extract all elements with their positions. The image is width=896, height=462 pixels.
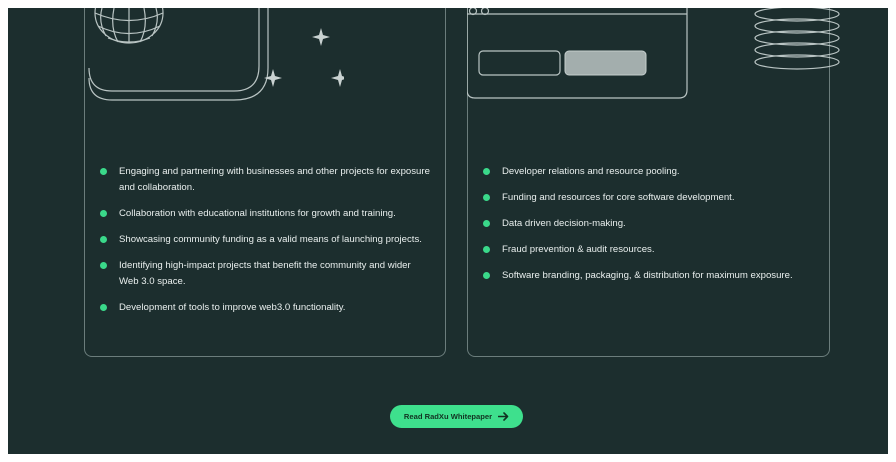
list-item: Data driven decision-making. [483, 216, 813, 232]
read-whitepaper-button[interactable]: Read RadXu Whitepaper [390, 405, 523, 428]
list-item: Development of tools to improve web3.0 f… [100, 300, 432, 316]
bullet-dot-icon [483, 220, 490, 227]
list-item: Engaging and partnering with businesses … [100, 164, 432, 196]
list-item-text: Development of tools to improve web3.0 f… [119, 302, 346, 313]
bullet-dot-icon [100, 262, 107, 269]
list-item-text: Collaboration with educational instituti… [119, 208, 396, 219]
list-item: Software branding, packaging, & distribu… [483, 268, 813, 284]
list-item-text: Data driven decision-making. [502, 218, 626, 229]
bullet-dot-icon [483, 272, 490, 279]
bullet-dot-icon [483, 168, 490, 175]
list-item: Collaboration with educational instituti… [100, 206, 432, 222]
list-item-text: Software branding, packaging, & distribu… [502, 270, 793, 281]
list-item: Identifying high-impact projects that be… [100, 258, 432, 290]
list-item: Fraud prevention & audit resources. [483, 242, 813, 258]
bullet-dot-icon [100, 210, 107, 217]
list-item-text: Fraud prevention & audit resources. [502, 244, 655, 255]
list-item: Developer relations and resource pooling… [483, 164, 813, 180]
read-whitepaper-label: Read RadXu Whitepaper [403, 412, 493, 421]
feature-list-right: Developer relations and resource pooling… [483, 164, 813, 294]
bullet-dot-icon [100, 304, 107, 311]
list-item-text: Identifying high-impact projects that be… [119, 260, 411, 287]
bullet-dot-icon [483, 194, 490, 201]
list-item-text: Engaging and partnering with businesses … [119, 166, 430, 193]
bullet-dot-icon [483, 246, 490, 253]
list-item: Funding and resources for core software … [483, 190, 813, 206]
list-item-text: Developer relations and resource pooling… [502, 166, 680, 177]
list-item-text: Funding and resources for core software … [502, 192, 735, 203]
list-item-text: Showcasing community funding as a valid … [119, 234, 422, 245]
bullet-dot-icon [100, 236, 107, 243]
arrow-right-icon [498, 412, 509, 421]
bullet-dot-icon [100, 168, 107, 175]
page: Engaging and partnering with businesses … [8, 8, 888, 454]
list-item: Showcasing community funding as a valid … [100, 232, 432, 248]
feature-list-left: Engaging and partnering with businesses … [100, 164, 432, 326]
